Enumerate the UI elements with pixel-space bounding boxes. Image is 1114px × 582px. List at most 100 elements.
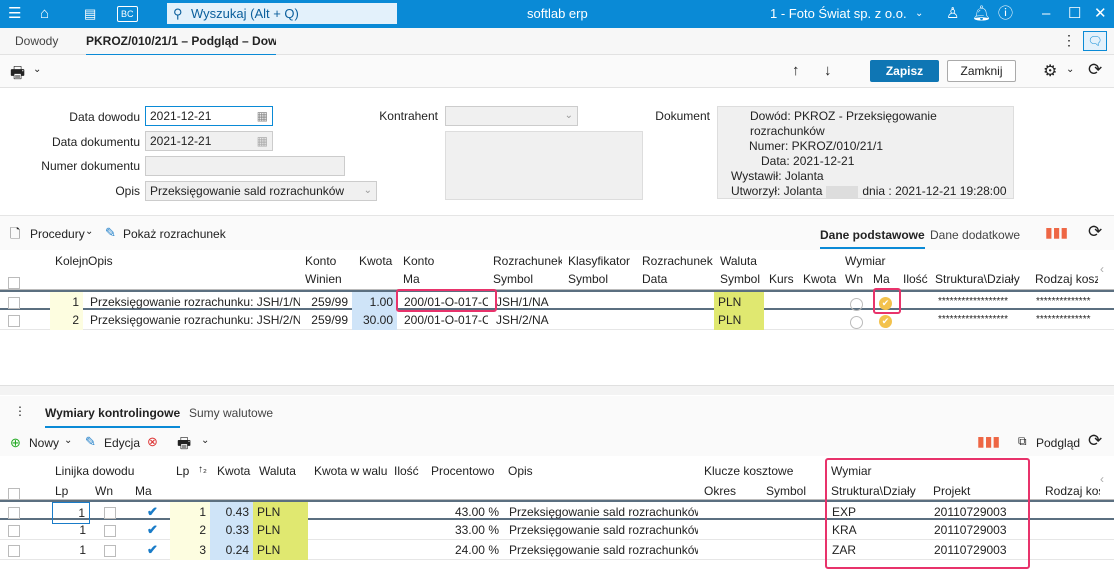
lp-cell[interactable]: 1	[52, 540, 90, 560]
select-all-checkbox[interactable]	[8, 486, 20, 500]
nowy-button[interactable]: Nowy	[29, 436, 59, 450]
table-row[interactable]: 2 Przeksięgowanie rozrachunku: JSH/2/NA 25…	[0, 310, 1114, 330]
podglad-button[interactable]: Podgląd	[1036, 436, 1080, 450]
chevron-down-icon[interactable]: ⌄	[85, 226, 93, 237]
tab-dowody[interactable]: Dowody	[15, 34, 58, 48]
wn-checkbox[interactable]	[100, 520, 122, 540]
column-header-opis[interactable]: Opis	[85, 254, 300, 268]
minimize-icon[interactable]: –	[1042, 4, 1050, 24]
column-header-rozr_data[interactable]: Rozrachunek	[639, 254, 714, 268]
user-icon[interactable]: ♙	[946, 4, 959, 24]
tab-dane-dodatkowe[interactable]: Dane dodatkowe	[930, 228, 1020, 242]
chevron-down-icon[interactable]: ⌄	[1066, 64, 1074, 75]
column-header-lp-sub[interactable]: Lp	[52, 484, 86, 498]
select-all-checkbox[interactable]	[8, 275, 20, 289]
horizontal-scrollbar[interactable]	[0, 385, 1114, 395]
column-header-waluta[interactable]: Waluta	[256, 464, 306, 478]
close-icon[interactable]: ✕	[1094, 4, 1107, 24]
column-header-rozr_data-1[interactable]: Data	[639, 272, 714, 286]
ma-checkbox[interactable]: ✔	[143, 540, 165, 560]
tab-dane-podstawowe[interactable]: Dane podstawowe	[820, 228, 925, 249]
column-header-symbol[interactable]: Symbol	[717, 272, 762, 286]
help-icon[interactable]: ⓘ	[998, 4, 1013, 24]
column-header-rozr_symbol-1[interactable]: Symbol	[490, 272, 562, 286]
refresh-icon[interactable]: ⟳	[1088, 60, 1102, 80]
sort-icon[interactable]: ↑₂	[198, 464, 207, 475]
opis-select[interactable]: Przeksięgowanie sald rozrachunków ⌄	[145, 181, 377, 201]
menu-icon[interactable]: ☰	[8, 4, 21, 24]
column-header-kwota[interactable]: Kwota	[356, 254, 396, 268]
column-header-rodzaj-sub[interactable]: Rodzaj kosz	[1042, 484, 1100, 498]
wn-checkbox[interactable]	[100, 540, 122, 560]
data-dokumentu-field[interactable]: 2021-12-21 ▦	[145, 131, 273, 151]
maximize-icon[interactable]: ☐	[1068, 4, 1081, 24]
tab-pkroz[interactable]: PKROZ/010/21/1 – Podgląd – Dowody	[86, 34, 276, 56]
column-header-procent[interactable]: Procentowo	[428, 464, 500, 478]
lp-cell[interactable]: 1	[52, 520, 90, 540]
news-icon[interactable]: ▤	[84, 4, 96, 24]
column-header-konto_winien[interactable]: Konto	[302, 254, 352, 268]
column-header-ilosc[interactable]: Ilość	[391, 464, 421, 478]
kontrahent-select[interactable]: ⌄	[445, 106, 578, 126]
tab-sumy-walutowe[interactable]: Sumy walutowe	[189, 406, 273, 420]
calendar-icon[interactable]: ▦	[257, 132, 268, 150]
arrow-up-icon[interactable]: ↑	[792, 62, 800, 79]
wn-radio[interactable]	[846, 310, 868, 330]
search-input[interactable]: ⚲ Wyszukaj (Alt + Q)	[167, 3, 397, 24]
calendar-icon[interactable]: ▦	[257, 107, 268, 125]
column-header-klasyf[interactable]: Klasyfikator	[565, 254, 635, 268]
table-row[interactable]: 1 Przeksięgowanie rozrachunku: JSH/1/NA 25…	[0, 290, 1114, 312]
row-checkbox[interactable]	[4, 292, 28, 312]
tab-wymiary-kontrolingowe[interactable]: Wymiary kontrolingowe	[45, 406, 181, 428]
row-checkbox[interactable]	[4, 502, 28, 522]
column-header-kwota2[interactable]: Kwota	[800, 272, 838, 286]
column-header-rodzaj[interactable]: Rodzaj kosz	[1032, 272, 1098, 286]
column-header-rozr_symbol[interactable]: Rozrachunek	[490, 254, 562, 268]
wn-radio[interactable]	[846, 292, 868, 312]
more-icon[interactable]: ⋮	[14, 404, 26, 418]
scroll-right-icon[interactable]: ‹	[1100, 262, 1104, 276]
column-header-ma-sub[interactable]: Ma	[132, 484, 162, 498]
column-header-waluta[interactable]: Waluta	[717, 254, 762, 268]
chevron-down-icon[interactable]: ⌄	[915, 4, 923, 24]
close-button[interactable]: Zamknij	[947, 60, 1016, 82]
row-checkbox[interactable]	[4, 310, 28, 330]
settings-icon[interactable]: ⚙	[1043, 61, 1057, 81]
column-header-kwota[interactable]: Kwota	[214, 464, 252, 478]
chevron-down-icon[interactable]: ⌄	[33, 64, 41, 75]
column-header-klasyf-1[interactable]: Symbol	[565, 272, 635, 286]
column-header-konto_ma-1[interactable]: Ma	[400, 272, 485, 286]
refresh-icon[interactable]: ⟳	[1088, 431, 1102, 451]
scroll-right-icon[interactable]: ‹	[1100, 472, 1104, 486]
data-dowodu-field[interactable]: 2021-12-21 ▦	[145, 106, 273, 126]
pokaz-rozrachunek-button[interactable]: Pokaż rozrachunek	[123, 227, 226, 241]
chart-icon[interactable]: ▮▮▮	[1045, 224, 1068, 241]
chevron-down-icon[interactable]: ⌄	[201, 435, 209, 446]
comment-icon[interactable]: 🗨︎	[1083, 31, 1107, 51]
arrow-down-icon[interactable]: ↓	[824, 62, 832, 79]
delete-icon[interactable]: ⊗	[147, 434, 158, 450]
column-header-ilosc[interactable]: Ilość	[900, 272, 930, 286]
column-header-lp2[interactable]: Lp	[173, 464, 193, 478]
ma-checkbox[interactable]: ✔	[143, 502, 165, 522]
row-checkbox[interactable]	[4, 520, 28, 540]
edycja-button[interactable]: Edycja	[104, 436, 140, 450]
save-button[interactable]: Zapisz	[870, 60, 939, 82]
column-header-ma[interactable]: Ma	[870, 272, 895, 286]
print-icon[interactable]: 🖶︎	[177, 433, 191, 458]
numer-dokumentu-field[interactable]	[145, 156, 345, 176]
chevron-down-icon[interactable]: ⌄	[64, 435, 72, 446]
more-icon[interactable]: ⋮	[1062, 32, 1076, 49]
column-header-okres-sub[interactable]: Okres	[701, 484, 756, 498]
print-icon[interactable]: 🖶︎	[10, 62, 25, 89]
bell-icon[interactable]: 🔔︎	[972, 4, 991, 24]
refresh-icon[interactable]: ⟳	[1088, 222, 1102, 242]
column-header-wn[interactable]: Wn	[842, 272, 867, 286]
column-header-konto_winien-1[interactable]: Winien	[302, 272, 352, 286]
column-header-linijka[interactable]: Linijka dowodu	[52, 464, 162, 478]
column-header-klucze[interactable]: Klucze kosztowe	[701, 464, 811, 478]
chart-icon[interactable]: ▮▮▮	[977, 433, 1000, 450]
company-selector[interactable]: 1 - Foto Świat sp. z o.o.	[770, 6, 907, 21]
column-header-wymiar[interactable]: Wymiar	[842, 254, 892, 268]
procedury-button[interactable]: Procedury	[30, 227, 85, 241]
